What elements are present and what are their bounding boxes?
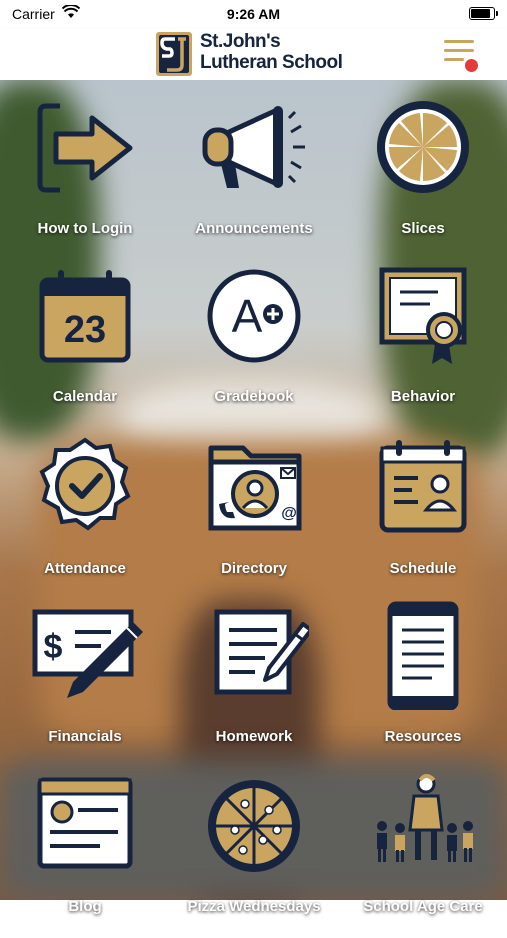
tile-label: Announcements	[195, 220, 313, 237]
tile-label: Slices	[401, 220, 445, 237]
tile-label: How to Login	[37, 220, 133, 237]
tile-gradebook[interactable]: A Gradebook	[179, 260, 329, 428]
status-time: 9:26 AM	[226, 6, 281, 22]
calendar-day: 23	[64, 309, 106, 351]
tile-label: Schedule	[389, 560, 457, 577]
homework-icon	[214, 609, 309, 695]
notification-dot	[464, 58, 479, 73]
tile-slices[interactable]: Slices	[348, 92, 498, 260]
tile-announcements[interactable]: Announcements	[179, 92, 329, 260]
status-bar: Carrier 9:26 AM	[0, 0, 507, 28]
tile-resources[interactable]: Resources	[348, 600, 498, 768]
tile-school-age-care[interactable]: School Age Care	[348, 770, 498, 938]
hamburger-menu-button[interactable]	[444, 40, 479, 73]
tile-label: Blog	[68, 898, 102, 915]
school-name-line1: St.John's	[200, 31, 281, 52]
orange-slice-icon	[377, 101, 469, 193]
tile-directory[interactable]: @ Directory	[179, 432, 329, 600]
tile-label: Financials	[48, 728, 122, 745]
tablet-document-icon	[387, 601, 459, 710]
app-header: St.John's Lutheran School	[0, 28, 507, 80]
tile-label: Calendar	[52, 388, 118, 405]
tile-label: Pizza Wednesdays	[187, 898, 321, 915]
school-logo-icon	[156, 32, 192, 76]
tile-label: Gradebook	[214, 388, 294, 405]
tile-behavior[interactable]: Behavior	[348, 260, 498, 428]
certificate-icon	[379, 267, 467, 364]
grade-a-plus-icon: A	[207, 269, 301, 363]
tile-calendar[interactable]: 23 Calendar	[10, 260, 160, 428]
school-name-line2: Lutheran School	[200, 52, 343, 73]
megaphone-icon	[202, 106, 305, 188]
tile-label: Resources	[384, 728, 462, 745]
tile-pizza-wednesdays[interactable]: Pizza Wednesdays	[179, 770, 329, 938]
school-name: St.John's Lutheran School	[200, 31, 343, 73]
schedule-icon	[379, 440, 467, 533]
calendar-icon: 23	[39, 270, 131, 363]
login-arrow-icon	[37, 103, 133, 193]
tile-label: Homework	[215, 728, 293, 745]
blog-icon	[37, 777, 133, 869]
tile-label: Behavior	[390, 388, 456, 405]
tile-label: Directory	[221, 560, 287, 577]
contact-folder-icon: @	[208, 445, 302, 531]
tile-financials[interactable]: $ Financials	[10, 600, 160, 768]
currency-symbol: $	[44, 628, 63, 666]
battery-icon	[469, 7, 498, 20]
tile-schedule[interactable]: Schedule	[348, 432, 498, 600]
grade-text: A	[232, 290, 263, 342]
svg-text:@: @	[281, 505, 297, 522]
tile-label: Attendance	[44, 560, 126, 577]
tile-how-to-login[interactable]: How to Login	[10, 92, 160, 260]
pizza-icon	[208, 780, 300, 872]
tile-attendance[interactable]: Attendance	[10, 432, 160, 600]
tile-label: School Age Care	[363, 898, 483, 915]
checkmark-badge-icon	[39, 437, 131, 531]
tile-homework[interactable]: Homework	[179, 600, 329, 768]
check-writing-icon: $	[32, 609, 143, 698]
tile-blog[interactable]: Blog	[10, 770, 160, 938]
children-care-icon	[377, 774, 473, 862]
